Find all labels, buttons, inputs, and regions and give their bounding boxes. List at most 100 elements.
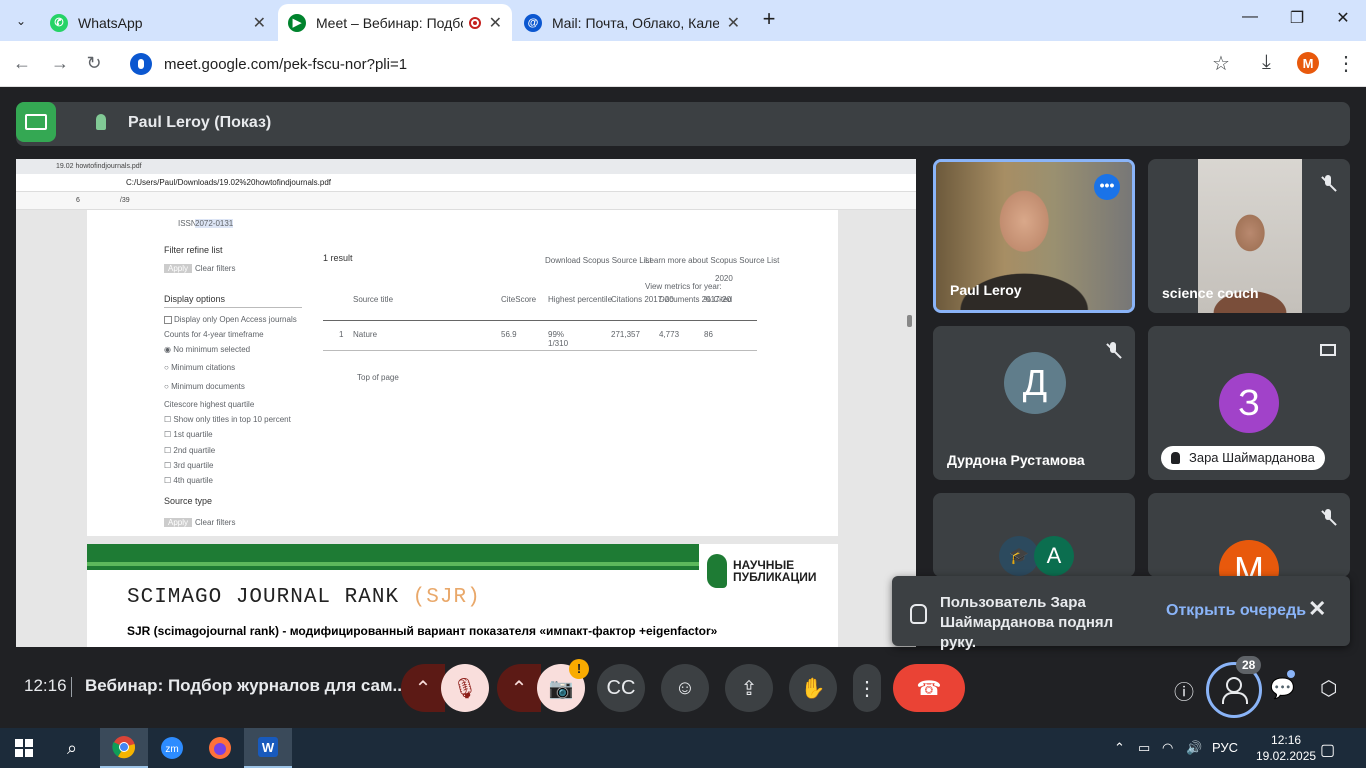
minimize-button[interactable]: —	[1230, 8, 1270, 26]
close-tab-icon[interactable]: ✕	[253, 13, 266, 33]
view-metrics-label: View metrics for year:	[645, 282, 722, 291]
pdf-page-field: 6	[76, 197, 80, 204]
meeting-info-icon[interactable]: ⓘ	[1174, 676, 1194, 705]
close-tab-icon[interactable]: ✕	[727, 13, 740, 33]
row-citations: 271,357	[611, 330, 640, 339]
quartile-option-label: 3rd quartile	[173, 461, 214, 470]
divider	[71, 677, 72, 697]
menu-icon[interactable]: ⋮	[1336, 51, 1356, 76]
people-count-badge: 28	[1236, 656, 1262, 674]
close-window-button[interactable]: ✕	[1323, 8, 1363, 28]
row-percentile: 99%	[548, 330, 565, 339]
participant-avatar: М	[1219, 540, 1279, 577]
close-notification-icon[interactable]: ✕	[1308, 596, 1326, 622]
audio-settings-chevron-icon[interactable]: ⌃	[401, 664, 445, 712]
quartile-option: ☐ 2nd quartile	[164, 446, 216, 455]
captions-button[interactable]: CC	[597, 664, 645, 712]
reactions-button[interactable]: ☺	[661, 664, 709, 712]
col-header: Source title	[353, 295, 394, 304]
downloads-icon[interactable]: ⤓	[1262, 51, 1271, 74]
firefox-taskbar-icon[interactable]	[196, 728, 244, 768]
pdf-address-bar: C:/Users/Paul/Downloads/19.02%20howtofin…	[16, 174, 916, 192]
leave-call-button[interactable]: ☎	[893, 664, 965, 712]
participant-tile-m[interactable]: М	[1148, 493, 1350, 577]
radio-min-documents: ○ Minimum documents	[164, 382, 245, 391]
forward-button[interactable]: →	[48, 53, 72, 74]
close-tab-icon[interactable]: ✕	[489, 13, 502, 33]
word-taskbar-icon[interactable]: W	[244, 728, 292, 768]
display-options: Display options	[164, 294, 226, 304]
more-vert-icon: ⋮	[857, 677, 877, 700]
more-options-icon[interactable]: •••	[1094, 174, 1120, 200]
shared-screen: 19.02 howtofindjournals.pdf C:/Users/Pau…	[16, 159, 916, 647]
open-queue-button[interactable]: Открыть очередь	[1166, 602, 1306, 620]
search-icon[interactable]: ⌕	[48, 728, 96, 768]
participant-tile-a[interactable]: 🎓 А	[933, 493, 1135, 577]
mic-permission-icon[interactable]	[130, 53, 152, 75]
slide-title-text: SCIMAGO JOURNAL RANK	[127, 586, 400, 609]
quartile-option-label: 4th quartile	[173, 476, 213, 485]
bookmark-star-icon[interactable]: ☆	[1212, 51, 1230, 76]
participant-tile-zara[interactable]: З Зара Шаймарданова	[1148, 326, 1350, 480]
tab-mail[interactable]: @ Mail: Почта, Облако, Календар ✕	[514, 4, 750, 41]
tray-device-icon[interactable]: ▭	[1138, 740, 1150, 756]
chat-icon[interactable]: 💬	[1270, 676, 1295, 701]
tab-whatsapp[interactable]: ✆ WhatsApp ✕	[40, 4, 276, 41]
tray-chevron-icon[interactable]: ⌃	[1114, 740, 1125, 756]
participant-avatar: Д	[1004, 352, 1066, 414]
col-header: CiteScore	[501, 295, 537, 304]
tab-meet[interactable]: ▶ Meet – Вебинар: Подбор ж ✕	[278, 4, 512, 41]
logo-line: ПУБЛИКАЦИИ	[733, 570, 817, 584]
url-text: meet.google.com/pek-fscu-nor?pli=1	[164, 55, 408, 73]
new-tab-button[interactable]: +	[758, 8, 780, 30]
quartile-label: Citescore highest quartile	[164, 400, 255, 409]
participant-tile-durdona[interactable]: Д Дурдона Рустамова	[933, 326, 1135, 480]
pdf-page: ISSN: 2072-0131 Filter refine list Apply…	[87, 210, 838, 536]
raise-hand-button[interactable]: ✋	[789, 664, 837, 712]
presentation-bar: Paul Leroy (Показ)	[16, 102, 1350, 146]
activities-icon[interactable]: ⬡	[1320, 676, 1337, 701]
table-row-rule	[323, 350, 757, 351]
meeting-time: 12:16	[24, 676, 67, 695]
volume-icon[interactable]: 🔊	[1186, 740, 1202, 756]
wifi-icon[interactable]: ◠	[1162, 740, 1173, 756]
windows-start-icon[interactable]	[0, 728, 48, 768]
profile-avatar[interactable]: M	[1297, 52, 1319, 74]
notifications-icon[interactable]: ▢	[1320, 740, 1335, 760]
mic-toggle-button[interactable]: 🎙	[441, 664, 489, 712]
svg-text:W: W	[262, 740, 275, 755]
participant-name: Paul Leroy	[950, 282, 1022, 298]
chrome-taskbar-icon[interactable]	[100, 728, 148, 768]
download-link: Download Scopus Source List	[545, 256, 652, 265]
quartile-option-label: 1st quartile	[173, 430, 213, 439]
language-indicator[interactable]: РУС	[1212, 740, 1238, 755]
zoom-taskbar-icon[interactable]: zm	[148, 728, 196, 768]
more-options-button[interactable]: ⋮	[853, 664, 881, 712]
issn-value: 2072-0131	[195, 219, 234, 228]
hand-raised-notification: Пользователь Зара Шаймарданова поднял ру…	[892, 576, 1350, 651]
tab-search-chevron-icon[interactable]: ⌄	[8, 8, 34, 34]
present-screen-icon: ⇪	[740, 677, 758, 700]
address-bar[interactable]: meet.google.com/pek-fscu-nor?pli=1	[120, 47, 1250, 81]
taskbar-clock[interactable]: 12:16 19.02.2025	[1256, 732, 1316, 764]
video-settings-chevron-icon[interactable]: ⌃	[497, 664, 541, 712]
emoji-icon: ☺	[674, 676, 696, 699]
participant-avatar: А	[1034, 536, 1074, 576]
pdf-page-total: /39	[119, 197, 130, 204]
hand-raised-pill: Зара Шаймарданова	[1161, 446, 1325, 470]
quartile-option-label: 2nd quartile	[173, 446, 216, 455]
back-button[interactable]: ←	[10, 53, 34, 74]
participant-tile-science-couch[interactable]: science couch	[1148, 159, 1350, 313]
presentation-icon[interactable]	[16, 102, 56, 142]
source-type: Source type	[164, 496, 213, 506]
restore-button[interactable]: ❐	[1277, 8, 1317, 28]
pdf-scrollbar[interactable]	[907, 315, 912, 327]
row-percentile-sub: 1/310	[548, 339, 569, 348]
reload-button[interactable]: ↻	[82, 53, 106, 74]
row-cited: 86	[704, 330, 713, 339]
col-header: Highest percentile	[548, 295, 613, 304]
meeting-title: Вебинар: Подбор журналов для сам...	[85, 676, 407, 695]
present-button[interactable]: ⇪	[725, 664, 773, 712]
participant-name: science couch	[1162, 285, 1259, 301]
participant-tile-paul[interactable]: ••• Paul Leroy	[933, 159, 1135, 313]
